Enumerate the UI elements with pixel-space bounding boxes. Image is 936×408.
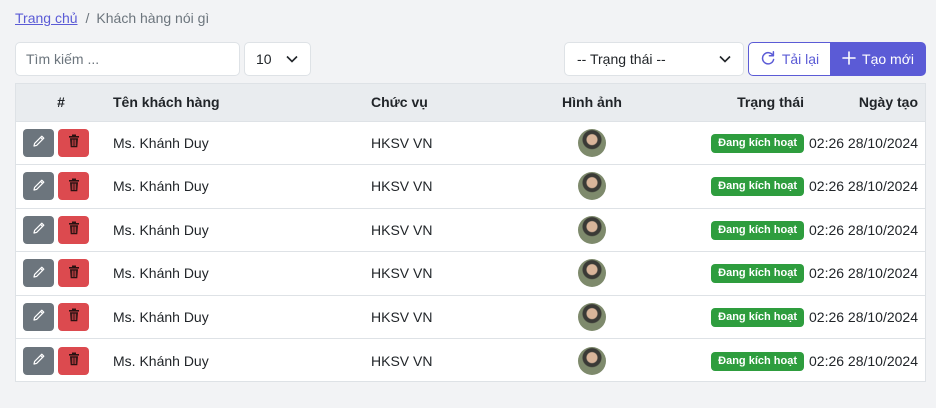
page-size-value: 10 (256, 51, 272, 67)
table-row: Ms. Khánh Duy HKSV VN Đang kích hoạt 02:… (16, 164, 925, 209)
customer-position: HKSV VN (371, 178, 433, 195)
edit-button[interactable] (23, 172, 54, 201)
delete-button[interactable] (58, 215, 89, 244)
pencil-icon (32, 134, 46, 151)
customer-position: HKSV VN (371, 308, 433, 325)
pencil-icon (32, 221, 46, 238)
row-actions (16, 346, 106, 375)
chevron-down-icon (286, 55, 298, 63)
created-date: 02:26 28/10/2024 (809, 265, 918, 282)
customer-name: Ms. Khánh Duy (113, 308, 209, 325)
status-badge: Đang kích hoạt (711, 177, 804, 197)
status-badge: Đang kích hoạt (711, 133, 804, 153)
customer-position: HKSV VN (371, 221, 433, 238)
create-label: Tạo mới (862, 51, 914, 67)
pencil-icon (32, 265, 46, 282)
customer-position: HKSV VN (371, 134, 433, 151)
edit-button[interactable] (23, 259, 54, 288)
delete-button[interactable] (58, 259, 89, 288)
pencil-icon (32, 352, 46, 369)
pencil-icon (32, 308, 46, 325)
row-actions (16, 128, 106, 157)
chevron-down-icon (719, 55, 731, 63)
toolbar: 10 -- Trạng thái -- Tải lại Tạo mới (15, 42, 926, 76)
reload-button[interactable]: Tải lại (748, 42, 831, 76)
customer-position: HKSV VN (371, 352, 433, 369)
pencil-icon (32, 178, 46, 195)
created-date: 02:26 28/10/2024 (809, 221, 918, 238)
delete-button[interactable] (58, 172, 89, 201)
edit-button[interactable] (23, 215, 54, 244)
created-date: 02:26 28/10/2024 (809, 352, 918, 369)
row-actions (16, 259, 106, 288)
customer-name: Ms. Khánh Duy (113, 265, 209, 282)
trash-icon (68, 308, 80, 325)
header-position: Chức vụ (371, 94, 428, 111)
edit-button[interactable] (23, 346, 54, 375)
edit-button[interactable] (23, 302, 54, 331)
breadcrumb: Trang chủ / Khách hàng nói gì (15, 9, 209, 27)
header-image: Hình ảnh (562, 94, 622, 111)
edit-button[interactable] (23, 128, 54, 157)
create-button[interactable]: Tạo mới (830, 42, 926, 76)
customer-name: Ms. Khánh Duy (113, 352, 209, 369)
trash-icon (68, 134, 80, 151)
plus-icon (842, 50, 856, 68)
row-actions (16, 302, 106, 331)
search-input[interactable] (15, 42, 240, 76)
created-date: 02:26 28/10/2024 (809, 134, 918, 151)
page-size-select[interactable]: 10 (244, 42, 311, 76)
trash-icon (68, 178, 80, 195)
delete-button[interactable] (58, 346, 89, 375)
table-row: Ms. Khánh Duy HKSV VN Đang kích hoạt 02:… (16, 121, 925, 165)
delete-button[interactable] (58, 302, 89, 331)
delete-button[interactable] (58, 128, 89, 157)
reload-label: Tải lại (781, 51, 820, 67)
customer-table: # Tên khách hàng Chức vụ Hình ảnh Trạng … (15, 83, 926, 382)
trash-icon (68, 221, 80, 238)
status-filter-value: -- Trạng thái -- (577, 51, 666, 67)
table-row: Ms. Khánh Duy HKSV VN Đang kích hoạt 02:… (16, 208, 925, 252)
avatar (578, 128, 606, 157)
avatar (578, 346, 606, 375)
customer-name: Ms. Khánh Duy (113, 134, 209, 151)
status-filter-select[interactable]: -- Trạng thái -- (564, 42, 744, 76)
avatar (578, 215, 606, 244)
refresh-icon (760, 50, 776, 69)
header-created: Ngày tạo (858, 94, 918, 111)
breadcrumb-home-link[interactable]: Trang chủ (15, 10, 78, 26)
status-badge: Đang kích hoạt (711, 220, 804, 240)
header-name: Tên khách hàng (113, 94, 220, 111)
table-row: Ms. Khánh Duy HKSV VN Đang kích hoạt 02:… (16, 338, 925, 383)
status-badge: Đang kích hoạt (711, 264, 804, 284)
created-date: 02:26 28/10/2024 (809, 178, 918, 195)
status-badge: Đang kích hoạt (711, 351, 804, 371)
table-row: Ms. Khánh Duy HKSV VN Đang kích hoạt 02:… (16, 251, 925, 296)
table-header-row: # Tên khách hàng Chức vụ Hình ảnh Trạng … (16, 84, 925, 121)
trash-icon (68, 265, 80, 282)
breadcrumb-current: Khách hàng nói gì (96, 10, 210, 26)
row-actions (16, 215, 106, 244)
header-index: # (57, 94, 65, 111)
customer-position: HKSV VN (371, 265, 433, 282)
created-date: 02:26 28/10/2024 (809, 308, 918, 325)
trash-icon (68, 352, 80, 369)
customer-name: Ms. Khánh Duy (113, 178, 209, 195)
header-status: Trạng thái (737, 94, 804, 111)
breadcrumb-separator: / (85, 10, 90, 26)
avatar (578, 172, 606, 201)
customer-name: Ms. Khánh Duy (113, 221, 209, 238)
row-actions (16, 172, 106, 201)
status-badge: Đang kích hoạt (711, 307, 804, 327)
avatar (578, 302, 606, 331)
avatar (578, 259, 606, 288)
table-row: Ms. Khánh Duy HKSV VN Đang kích hoạt 02:… (16, 295, 925, 339)
